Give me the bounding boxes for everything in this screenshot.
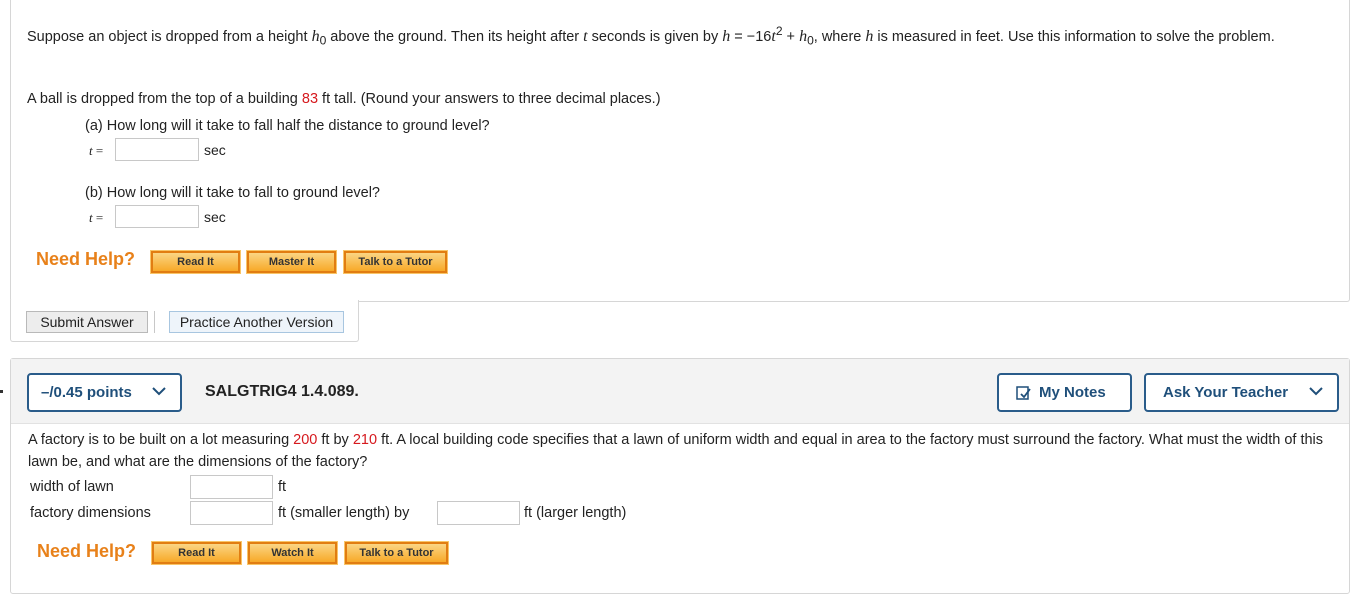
- question-1-given: A ball is dropped from the top of a buil…: [27, 91, 661, 107]
- question-2-header: –/0.45 points SALGTRIG4 1.4.089. My Note…: [11, 359, 1349, 424]
- points-dropdown[interactable]: –/0.45 points: [27, 373, 182, 412]
- building-height-value: 83: [301, 91, 319, 107]
- divider: [154, 311, 155, 333]
- lawn-width-unit: ft: [278, 479, 287, 495]
- talk-to-tutor-button[interactable]: Talk to a Tutor: [344, 541, 449, 565]
- points-label: –/0.45 points: [41, 384, 132, 401]
- part-b-unit: sec: [204, 209, 226, 225]
- question-1-intro: Suppose an object is dropped from a heig…: [27, 24, 1275, 48]
- part-a-answer-input[interactable]: [115, 138, 199, 161]
- practice-another-version-button[interactable]: Practice Another Version: [169, 311, 344, 333]
- master-it-button[interactable]: Master It: [246, 250, 337, 274]
- factory-larger-length-input[interactable]: [437, 501, 520, 525]
- watch-it-button[interactable]: Watch It: [247, 541, 338, 565]
- submit-answer-button[interactable]: Submit Answer: [26, 311, 148, 333]
- question-id: SALGTRIG4 1.4.089.: [205, 383, 359, 400]
- need-help-label: Need Help?: [36, 249, 136, 269]
- need-help-label: Need Help?: [37, 541, 137, 561]
- read-it-button[interactable]: Read It: [151, 541, 242, 565]
- smaller-length-unit: ft (smaller length) by: [278, 505, 410, 521]
- question-2-card: –/0.45 points SALGTRIG4 1.4.089. My Note…: [10, 358, 1350, 594]
- part-a-prompt: (a) How long will it take to fall half t…: [85, 118, 490, 134]
- part-a-t-label: t =: [89, 143, 104, 158]
- larger-length-unit: ft (larger length): [524, 505, 627, 521]
- factory-smaller-length-input[interactable]: [190, 501, 273, 525]
- talk-to-tutor-button[interactable]: Talk to a Tutor: [343, 250, 448, 274]
- my-notes-label: My Notes: [1039, 384, 1106, 401]
- factory-dimensions-label: factory dimensions: [30, 505, 151, 521]
- part-b-t-label: t =: [89, 210, 104, 225]
- submit-area: Submit Answer Practice Another Version: [10, 300, 359, 342]
- chevron-down-icon: [1309, 387, 1323, 396]
- chevron-down-icon: [152, 387, 166, 396]
- part-b-prompt: (b) How long will it take to fall to gro…: [85, 185, 380, 201]
- bullet-dot: [0, 390, 3, 393]
- part-a-unit: sec: [204, 142, 226, 158]
- width-of-lawn-label: width of lawn: [30, 479, 114, 495]
- ask-teacher-label: Ask Your Teacher: [1163, 384, 1289, 401]
- my-notes-button[interactable]: My Notes: [997, 373, 1132, 412]
- ask-your-teacher-button[interactable]: Ask Your Teacher: [1144, 373, 1339, 412]
- lawn-width-input[interactable]: [190, 475, 273, 499]
- lot-width-value: 200: [293, 432, 318, 448]
- question-2-text: A factory is to be built on a lot measur…: [28, 432, 1324, 470]
- part-b-answer-input[interactable]: [115, 205, 199, 228]
- lot-length-value: 210: [352, 432, 378, 448]
- read-it-button[interactable]: Read It: [150, 250, 241, 274]
- notes-icon: [1016, 385, 1031, 400]
